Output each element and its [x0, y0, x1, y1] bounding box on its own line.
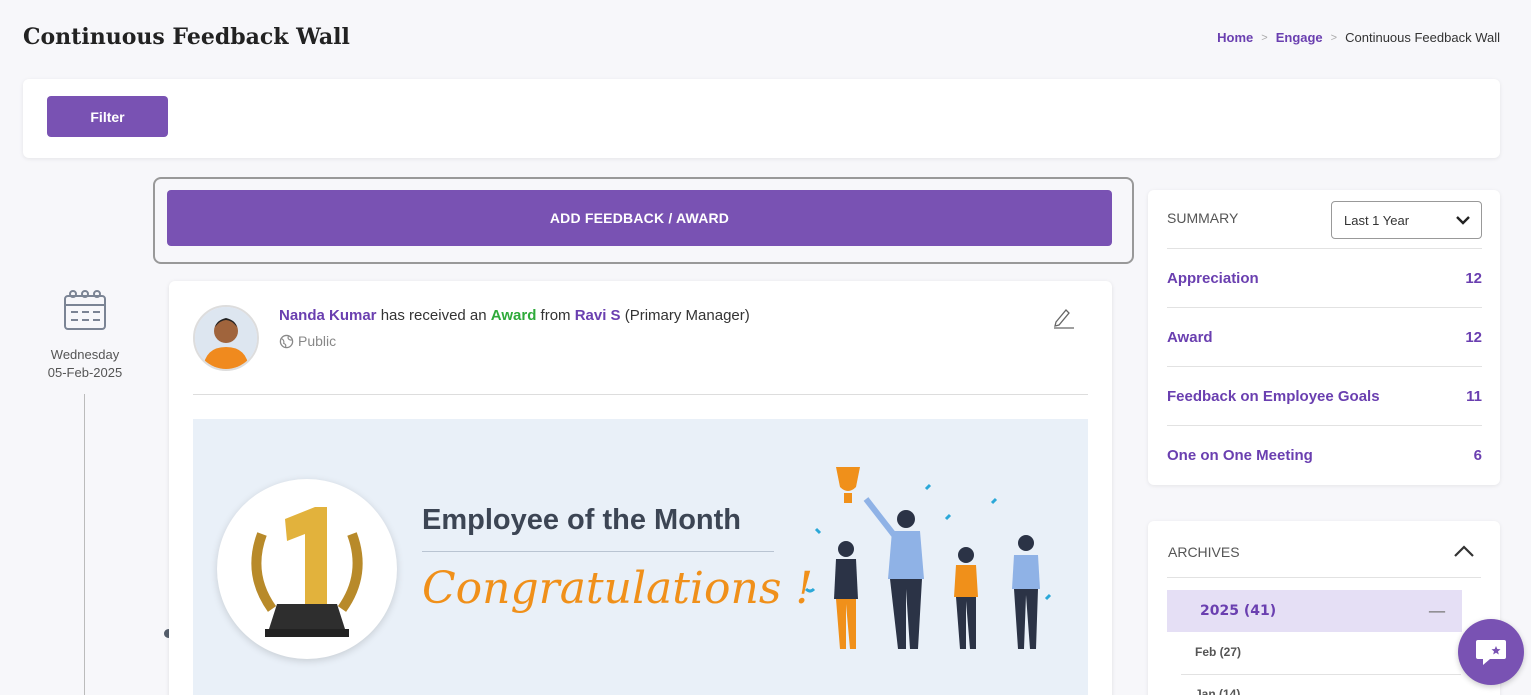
recipient-link[interactable]: Nanda Kumar	[279, 307, 377, 324]
summary-row-feedback-goals[interactable]: Feedback on Employee Goals 11	[1167, 366, 1482, 425]
banner-subtitle: Congratulations !	[422, 563, 814, 614]
post-text-from: from	[536, 307, 575, 324]
summary-row-label: Award	[1167, 328, 1213, 346]
page-title: Continuous Feedback Wall	[23, 24, 350, 50]
archive-month-feb[interactable]: Feb (27)	[1195, 645, 1241, 659]
archive-month-jan[interactable]: Jan (14)	[1195, 687, 1240, 695]
banner-rule	[422, 551, 774, 552]
globe-icon	[279, 334, 294, 348]
chat-bubble-icon	[1476, 640, 1506, 665]
giver-role: (Primary Manager)	[620, 307, 750, 324]
chevron-up-icon[interactable]	[1452, 541, 1476, 561]
archive-year-2025[interactable]: 2025 (41) —	[1167, 590, 1462, 632]
archives-divider	[1181, 674, 1461, 675]
add-feedback-focus-ring: ADD FEEDBACK / AWARD	[153, 177, 1134, 264]
timeline-date: Wednesday 05-Feb-2025	[30, 346, 140, 382]
post-headline: Nanda Kumar has received an Award from R…	[279, 307, 750, 324]
chevron-down-icon	[1456, 216, 1470, 225]
post-divider	[193, 394, 1088, 395]
summary-heading: SUMMARY	[1167, 210, 1239, 226]
archives-heading: ARCHIVES	[1168, 544, 1240, 560]
summary-row-label: Feedback on Employee Goals	[1167, 387, 1380, 405]
timeline-weekday: Wednesday	[50, 347, 120, 362]
timeline-date-value: 05-Feb-2025	[47, 365, 123, 380]
collapse-icon[interactable]: —	[1428, 601, 1446, 622]
archives-divider	[1167, 577, 1481, 578]
award-banner-image: Employee of the Month Congratulations !	[193, 419, 1088, 695]
post-text-received: has received an	[376, 307, 491, 324]
summary-row-one-on-one[interactable]: One on One Meeting 6	[1167, 425, 1482, 484]
archive-year-label: 2025 (41)	[1200, 603, 1277, 619]
breadcrumb-engage-link[interactable]: Engage	[1276, 30, 1323, 45]
calendar-icon	[64, 290, 106, 330]
filter-card: Filter	[23, 79, 1500, 158]
post-visibility: Public	[279, 333, 336, 349]
summary-card: SUMMARY Last 1 Year Appreciation 12 Awar…	[1148, 190, 1500, 485]
summary-row-appreciation[interactable]: Appreciation 12	[1167, 248, 1482, 307]
summary-row-award[interactable]: Award 12	[1167, 307, 1482, 366]
summary-row-label: One on One Meeting	[1167, 446, 1313, 464]
breadcrumb-separator: >	[1330, 31, 1338, 44]
summary-row-count: 12	[1465, 328, 1482, 346]
post-type-label: Award	[490, 307, 537, 324]
breadcrumb: Home > Engage > Continuous Feedback Wall	[1217, 30, 1500, 45]
celebrating-team-illustration	[804, 467, 1052, 649]
summary-period-select[interactable]: Last 1 Year	[1331, 201, 1482, 239]
breadcrumb-home-link[interactable]: Home	[1217, 30, 1253, 45]
summary-row-count: 11	[1466, 387, 1482, 405]
chat-support-button[interactable]	[1458, 619, 1524, 685]
summary-row-label: Appreciation	[1167, 269, 1259, 287]
pencil-icon[interactable]	[1051, 305, 1075, 329]
avatar[interactable]	[193, 305, 259, 371]
summary-row-count: 12	[1465, 269, 1482, 287]
summary-row-count: 6	[1473, 446, 1482, 464]
breadcrumb-separator: >	[1261, 31, 1268, 44]
giver-link[interactable]: Ravi S	[575, 307, 621, 324]
banner-title: Employee of the Month	[422, 504, 741, 536]
feedback-post-card: Nanda Kumar has received an Award from R…	[169, 281, 1112, 695]
number-one-trophy-image	[217, 479, 397, 659]
timeline-line	[84, 394, 85, 695]
add-feedback-award-button[interactable]: ADD FEEDBACK / AWARD	[167, 190, 1112, 246]
breadcrumb-current: Continuous Feedback Wall	[1345, 30, 1500, 45]
visibility-label: Public	[298, 333, 337, 349]
summary-period-value: Last 1 Year	[1344, 212, 1410, 228]
archives-card: ARCHIVES 2025 (41) — Feb (27) Jan (14)	[1148, 521, 1500, 695]
filter-button[interactable]: Filter	[47, 96, 168, 137]
